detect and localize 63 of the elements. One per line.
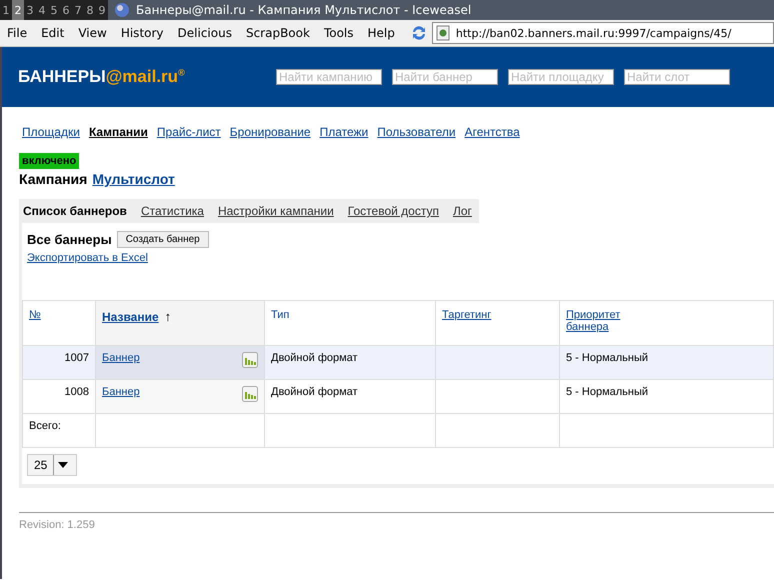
- workspace-button[interactable]: 9: [96, 0, 108, 20]
- status-badge: включено: [19, 153, 80, 169]
- address-field[interactable]: http://ban02.banners.mail.ru:9997/campaigns/45/: [432, 22, 774, 44]
- column-header-link[interactable]: Название: [102, 310, 159, 324]
- table-cell: Двойной формат: [264, 346, 436, 380]
- table-cell: Всего:: [22, 414, 96, 448]
- nav-link[interactable]: Прайс-лист: [156, 125, 221, 139]
- workspace-button[interactable]: 5: [48, 0, 60, 20]
- search-field[interactable]: Найти слот: [624, 69, 730, 85]
- workspace-button[interactable]: 8: [84, 0, 96, 20]
- table-cell: 5 - Нормальный: [560, 346, 774, 380]
- table-cell: 5 - Нормальный: [560, 380, 774, 414]
- nav-link[interactable]: Площадки: [22, 125, 80, 139]
- table-cell: 1008: [22, 380, 96, 414]
- menu-item[interactable]: History: [114, 26, 171, 40]
- campaign-link[interactable]: Мультислот: [92, 171, 175, 187]
- menu-item[interactable]: Delicious: [170, 26, 239, 40]
- banner-link[interactable]: Баннер: [102, 352, 140, 368]
- campaign-label: Кампания: [19, 171, 88, 187]
- tab[interactable]: Статистика: [130, 204, 208, 218]
- globe-icon: [114, 2, 130, 18]
- column-header-link[interactable]: Приоритет баннера: [566, 309, 636, 333]
- menu-item[interactable]: ScrapBook: [238, 26, 317, 40]
- nav-link[interactable]: Пользователи: [377, 125, 456, 139]
- workspace-button[interactable]: 7: [72, 0, 84, 20]
- nav-link[interactable]: Бронирование: [230, 125, 311, 139]
- column-header: Тип: [271, 309, 290, 321]
- menu-item[interactable]: Help: [360, 26, 402, 40]
- banner-link[interactable]: Баннер: [102, 386, 140, 402]
- nav-link[interactable]: Агентства: [464, 125, 520, 139]
- workspace-button[interactable]: 3: [24, 0, 36, 20]
- window-title: Баннеры@mail.ru - Кампания Мультислот - Iceweasel: [136, 3, 472, 17]
- workspace-button[interactable]: 4: [36, 0, 48, 20]
- menu-item[interactable]: View: [71, 26, 114, 40]
- section-title: Все баннеры: [27, 232, 112, 247]
- create-button[interactable]: Создать баннер: [116, 231, 209, 248]
- search-field[interactable]: Найти баннер: [392, 69, 498, 85]
- export-link[interactable]: Экспортировать в Excel: [27, 252, 148, 264]
- nav-link[interactable]: Платежи: [320, 125, 368, 139]
- tab[interactable]: Лог: [442, 204, 476, 218]
- page-size-select[interactable]: 25: [27, 454, 77, 476]
- menu-item[interactable]: Edit: [34, 26, 72, 40]
- menu-item[interactable]: File: [0, 26, 34, 40]
- search-field[interactable]: Найти кампанию: [276, 69, 382, 85]
- tab[interactable]: Настройки кампании: [208, 204, 338, 218]
- sort-arrow: ↑: [164, 309, 172, 324]
- table-cell: 1007: [22, 346, 96, 380]
- page-icon: [436, 25, 450, 41]
- chart-icon[interactable]: [242, 352, 258, 368]
- table-cell: Двойной формат: [264, 380, 436, 414]
- tab[interactable]: Гостевой доступ: [338, 204, 443, 218]
- search-field[interactable]: Найти площадку: [508, 69, 614, 85]
- column-header-link[interactable]: Таргетинг: [442, 309, 492, 321]
- logo: БАННЕРЫ@mail.ru$^{®}$: [18, 67, 186, 87]
- workspace-button[interactable]: 2: [12, 0, 24, 20]
- revision-text: Revision: 1.259: [19, 512, 774, 531]
- chart-icon[interactable]: [242, 386, 258, 402]
- menu-item[interactable]: Tools: [316, 26, 360, 40]
- tab[interactable]: Список баннеров: [19, 204, 131, 218]
- workspace-button[interactable]: 1: [0, 0, 12, 20]
- column-header-link[interactable]: №: [29, 309, 41, 321]
- workspace-button[interactable]: 6: [60, 0, 72, 20]
- nav-link[interactable]: Кампании: [88, 125, 148, 139]
